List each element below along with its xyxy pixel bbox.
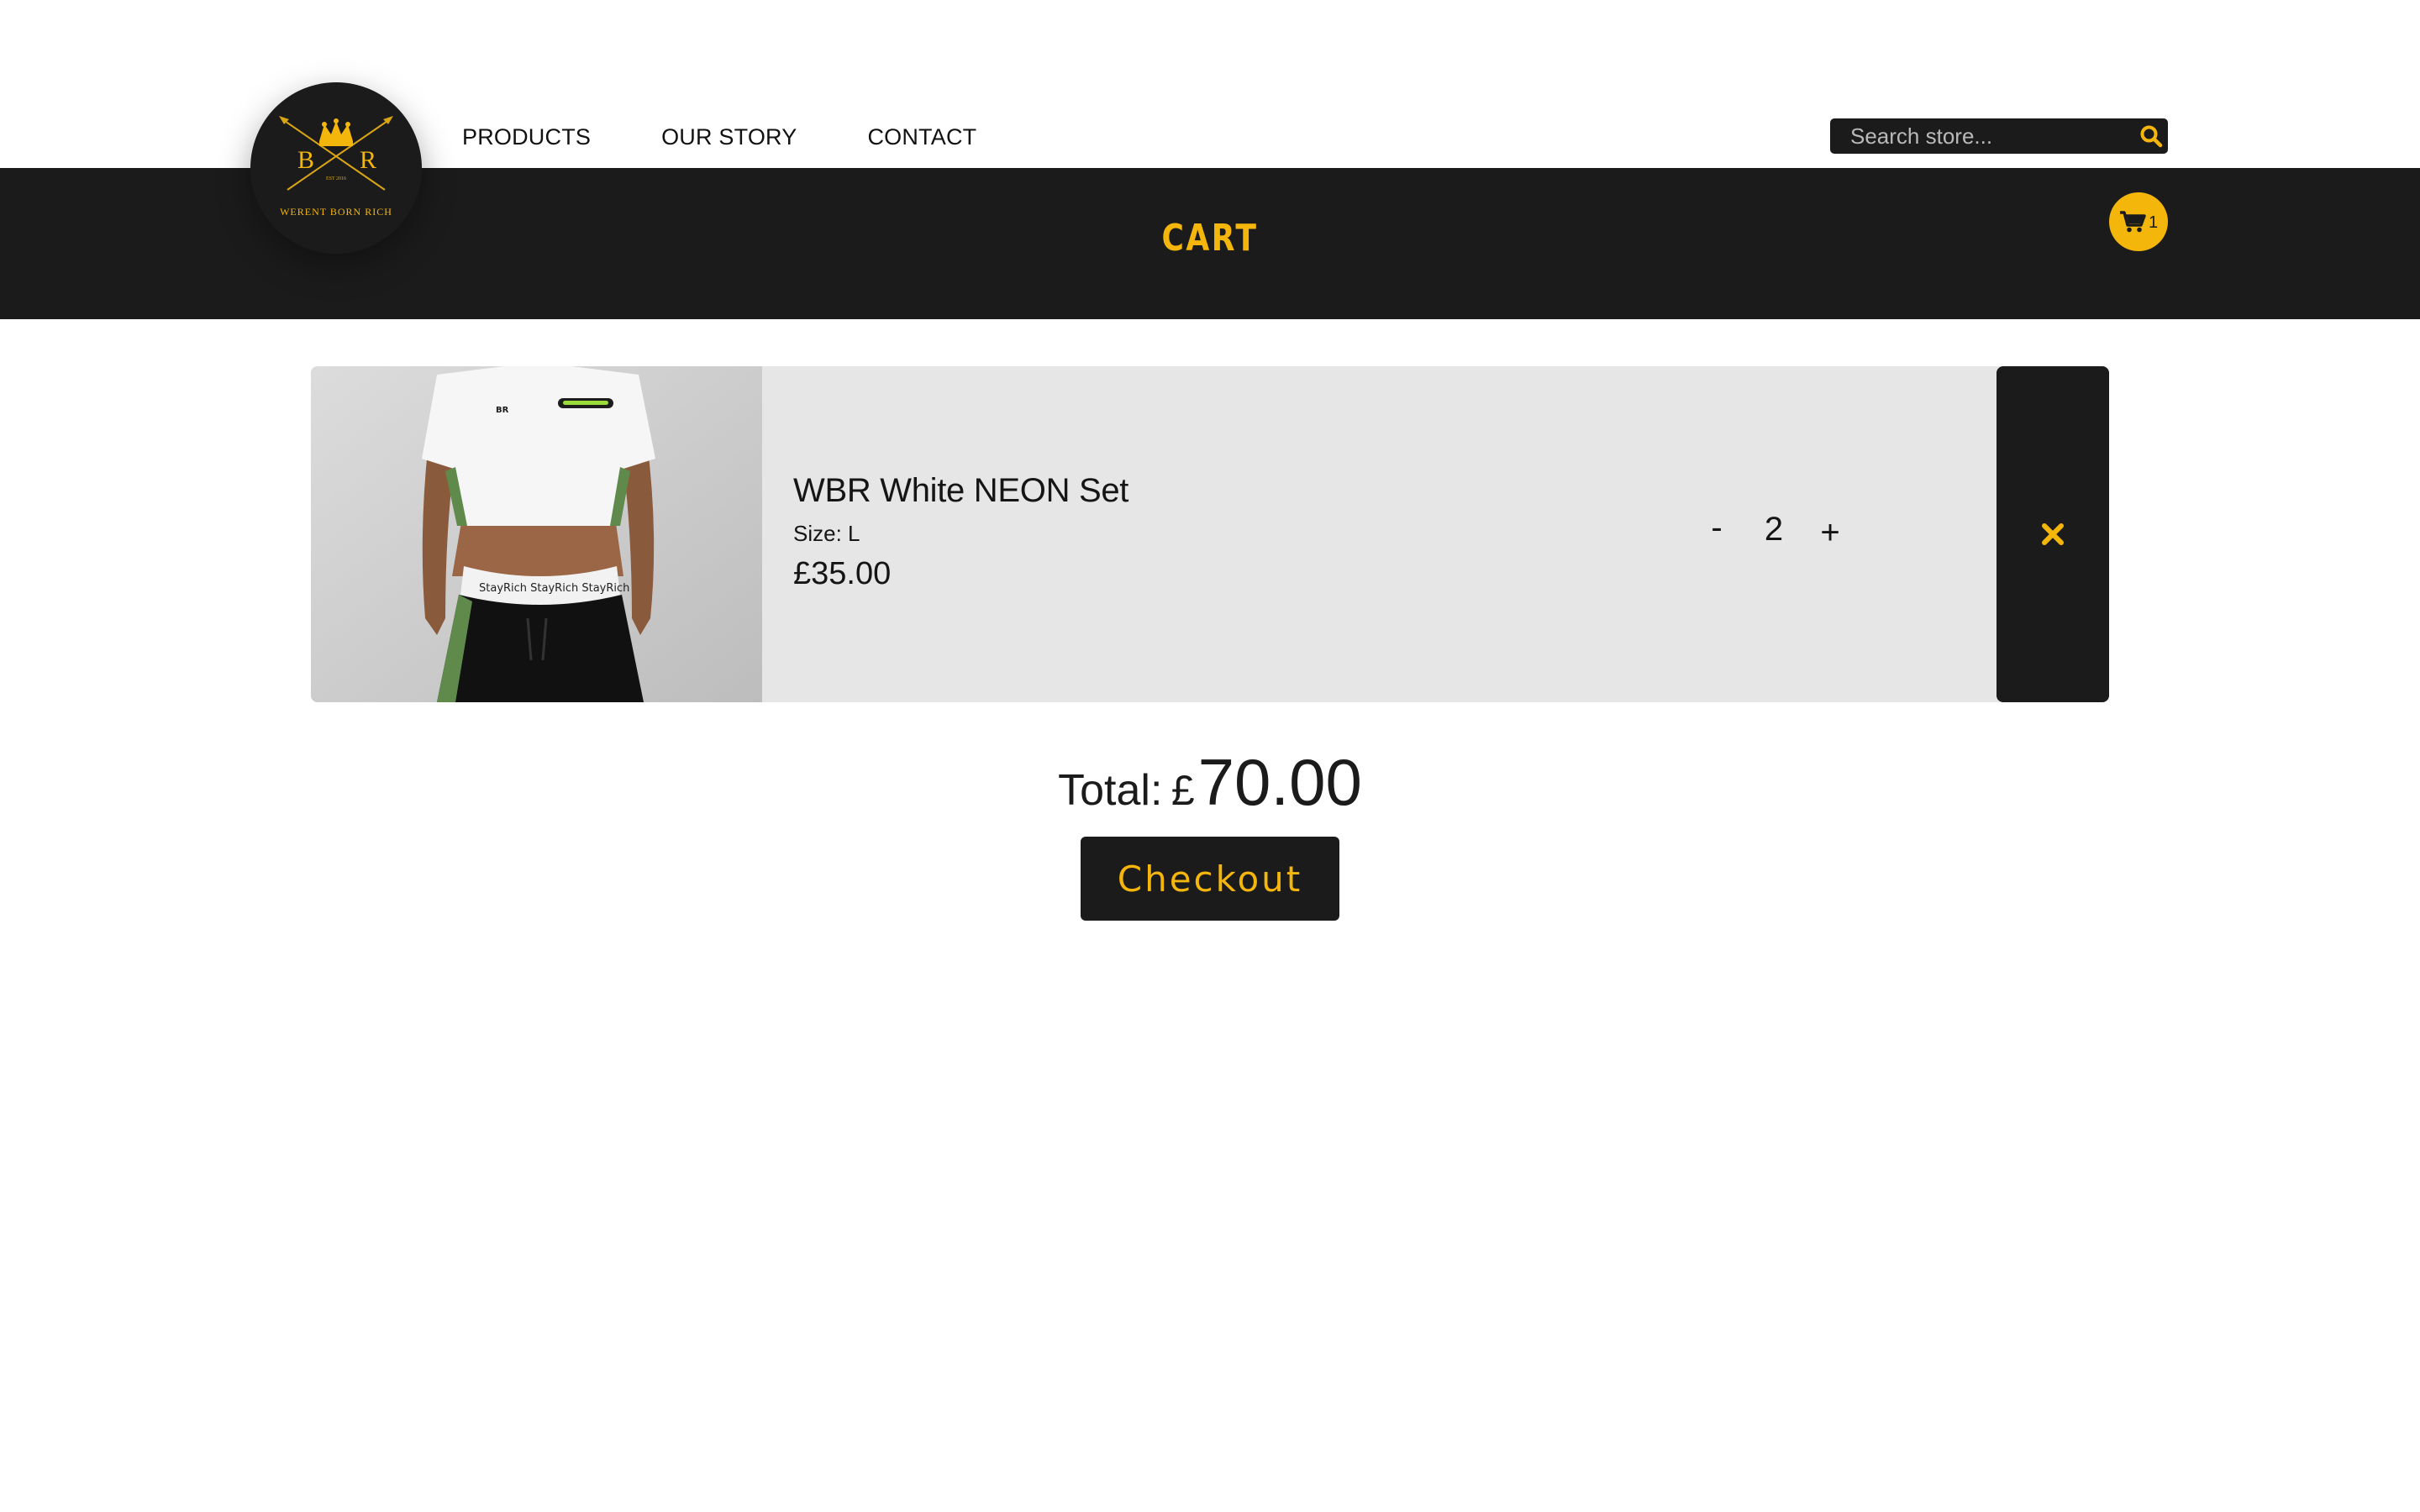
- close-icon: [2042, 523, 2064, 545]
- logo-initial-left: B: [297, 146, 314, 174]
- page-title: CART: [1161, 217, 1259, 260]
- product-image: BR StayRich StayRich StayRich: [311, 366, 762, 702]
- cart-count-badge: 1: [2148, 213, 2159, 232]
- remove-item-button[interactable]: [1996, 366, 2109, 702]
- cart-total: Total: £70.00: [0, 744, 2420, 821]
- product-price: £35.00: [793, 556, 892, 591]
- quantity-decrease-button[interactable]: -: [1691, 502, 1742, 553]
- total-label: Total:: [1058, 766, 1163, 815]
- quantity-value: 2: [1764, 511, 1784, 548]
- svg-text:BR: BR: [496, 406, 509, 415]
- search-bar: [1830, 118, 2168, 154]
- logo-est-text: EST 2016: [326, 176, 346, 181]
- cart-item: BR StayRich StayRich StayRich WBR White …: [311, 366, 2109, 702]
- total-currency: £: [1171, 767, 1195, 814]
- logo-brand-text: WERENT BORN RICH: [280, 206, 392, 218]
- nav-contact-link[interactable]: CONTACT: [867, 124, 976, 150]
- shopping-cart-icon: [2119, 211, 2146, 233]
- product-name[interactable]: WBR White NEON Set: [793, 472, 1128, 510]
- quantity-increase-button[interactable]: +: [1805, 507, 1855, 558]
- total-amount: 70.00: [1197, 745, 1362, 819]
- search-input[interactable]: [1830, 118, 2133, 154]
- cart-button[interactable]: 1: [2109, 192, 2168, 251]
- main-nav: PRODUCTS OUR STORY CONTACT: [462, 124, 1047, 150]
- product-size: Size: L: [793, 521, 860, 546]
- logo-initial-right: R: [360, 146, 376, 174]
- nav-our-story-link[interactable]: OUR STORY: [661, 124, 797, 150]
- crown-crossed-arrows-logo-icon: B R EST 2016 WERENT BORN RICH: [279, 116, 393, 218]
- nav-products-link[interactable]: PRODUCTS: [462, 124, 591, 150]
- brand-logo[interactable]: B R EST 2016 WERENT BORN RICH: [250, 82, 422, 254]
- checkout-button[interactable]: Checkout: [1081, 837, 1339, 921]
- search-icon[interactable]: [2133, 118, 2168, 154]
- svg-text:StayRich StayRich StayRich: StayRich StayRich StayRich: [479, 582, 629, 595]
